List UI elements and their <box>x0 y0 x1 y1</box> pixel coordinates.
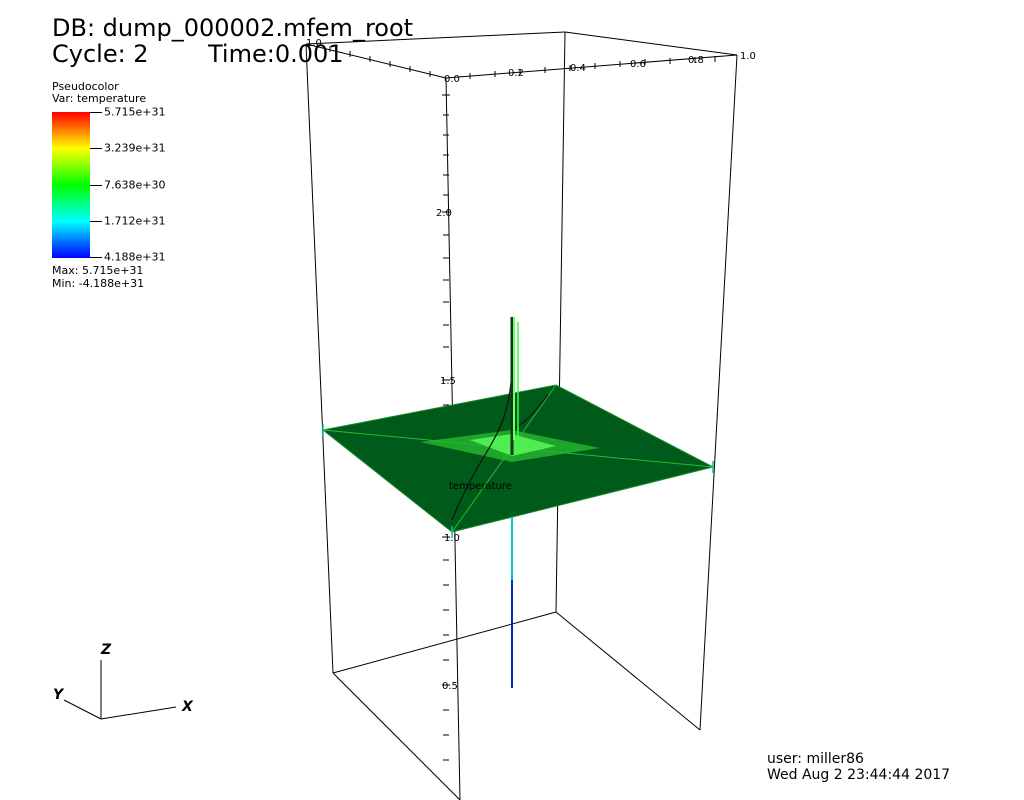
top-axis-label: 0.0 <box>444 74 460 85</box>
top-axis-label: 0.8 <box>688 55 704 66</box>
vertical-axis-label: 0.5 <box>442 681 458 692</box>
top-axis-label: 1.0 <box>306 38 322 49</box>
top-axis-label: 1.0 <box>740 51 756 62</box>
render-viewport[interactable]: temperature 2.0 1.5 1.0 0.5 1.0 0.0 0.2 … <box>0 0 1024 800</box>
triad-y-label: Y <box>53 687 65 703</box>
vertical-axis-label: 1.0 <box>444 533 460 544</box>
triad-z-label: Z <box>100 642 112 658</box>
top-axis-label: 0.6 <box>630 59 646 70</box>
vertical-axis-label: 2.0 <box>436 208 452 219</box>
axis-triad <box>63 660 177 720</box>
date-label: Wed Aug 2 23:44:44 2017 <box>767 767 951 783</box>
triad-x-label: X <box>181 699 194 715</box>
top-axis-label: 0.2 <box>508 68 524 79</box>
user-label: user: miller86 <box>767 751 864 767</box>
top-axis-label: 0.4 <box>570 63 586 74</box>
vertical-axis-label: 1.5 <box>440 376 456 387</box>
plot-label: temperature <box>449 481 512 492</box>
